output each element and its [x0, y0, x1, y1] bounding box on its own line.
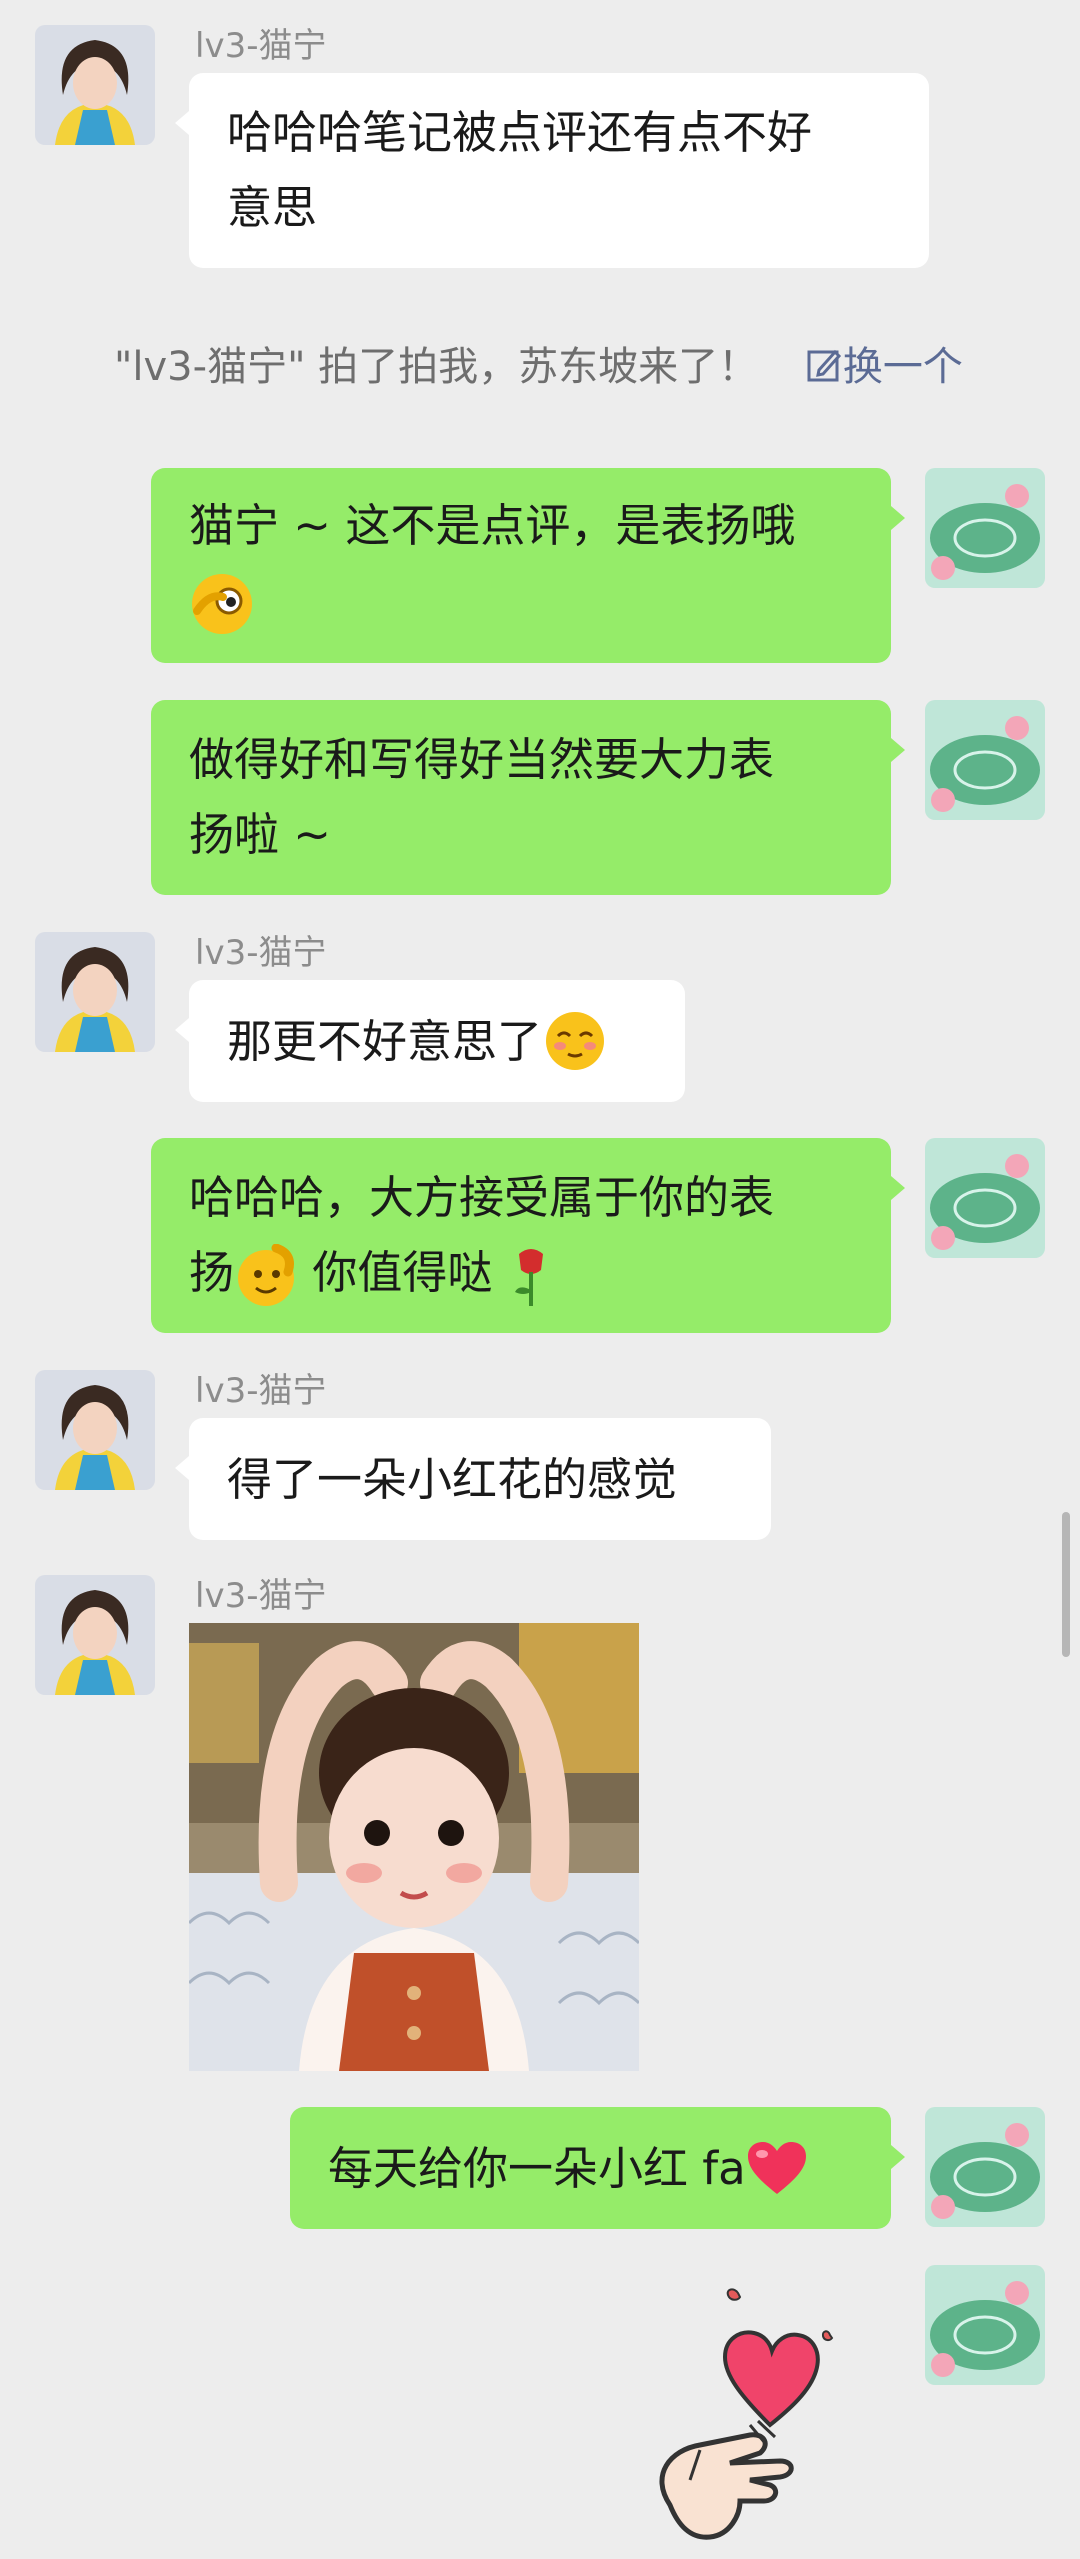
- contact-avatar[interactable]: [35, 25, 155, 145]
- message-text: 得了一朵小红花的感觉: [227, 1452, 678, 1506]
- sender-name: lv3-猫宁: [195, 1576, 327, 1616]
- message-text: 意思: [227, 181, 318, 234]
- shy-face-emoji-icon: [546, 1012, 605, 1070]
- message-text: 做得好和写得好当然要大力表: [189, 733, 775, 786]
- pat-notice-text: "lv3-猫宁" 拍了拍我，苏东坡来了！: [114, 344, 759, 390]
- message-text-line: 扬 你值得哒: [189, 1235, 853, 1310]
- message-text: 扬啦 ~: [189, 808, 332, 861]
- message-text: 哈哈哈，大方接受属于你的表: [189, 1171, 775, 1224]
- my-avatar[interactable]: [925, 2265, 1045, 2385]
- message-bubble-incoming[interactable]: 那更不好意思了: [175, 980, 685, 1102]
- message-bubble-outgoing[interactable]: 猫宁 ~ 这不是点评，是表扬哦: [151, 468, 905, 663]
- message-text: 那更不好意思了: [227, 1014, 543, 1068]
- message-bubble-outgoing[interactable]: 做得好和写得好当然要大力表 扬啦 ~: [151, 700, 905, 895]
- sender-name: lv3-猫宁: [195, 26, 327, 66]
- message-text: 每天给你一朵小红 fa: [328, 2141, 746, 2195]
- message-bubble-outgoing[interactable]: 哈哈哈，大方接受属于你的表 扬 你值得哒: [151, 1138, 905, 1333]
- my-avatar[interactable]: [925, 700, 1045, 820]
- salute-face-emoji-icon: [238, 1244, 295, 1306]
- message-bubble-incoming[interactable]: 得了一朵小红花的感觉: [175, 1418, 771, 1540]
- message-text: 猫宁 ~ 这不是点评，是表扬哦: [189, 499, 796, 552]
- message-text: 哈哈哈笔记被点评还有点不好: [227, 106, 813, 159]
- my-avatar[interactable]: [925, 2107, 1045, 2227]
- contact-avatar[interactable]: [35, 1370, 155, 1490]
- heart-emoji-icon: [747, 2142, 806, 2194]
- edit-icon: [807, 349, 841, 382]
- message-bubble-incoming[interactable]: 哈哈哈笔记被点评还有点不好 意思: [175, 73, 929, 268]
- contact-avatar[interactable]: [35, 932, 155, 1052]
- change-pat-label: 换一个: [842, 344, 963, 390]
- pat-system-notice: "lv3-猫宁" 拍了拍我，苏东坡来了！ 换一个: [114, 342, 963, 392]
- image-message-toddler[interactable]: [187, 1623, 641, 2071]
- contact-avatar[interactable]: [35, 1575, 155, 1695]
- my-avatar[interactable]: [925, 1138, 1045, 1258]
- ok-hand-emoji-icon: [192, 574, 252, 634]
- my-avatar[interactable]: [925, 468, 1045, 588]
- change-pat-link[interactable]: 换一个: [805, 344, 963, 390]
- sender-name: lv3-猫宁: [195, 1371, 327, 1411]
- chat-scrollbar[interactable]: [1062, 1512, 1070, 1657]
- finger-heart-sticker[interactable]: [630, 2275, 890, 2555]
- message-text: 你值得哒: [298, 1246, 493, 1299]
- message-bubble-outgoing[interactable]: 每天给你一朵小红 fa: [290, 2107, 905, 2229]
- rose-emoji-icon: [514, 1249, 543, 1306]
- message-text: 扬: [189, 1246, 235, 1299]
- sender-name: lv3-猫宁: [195, 933, 327, 973]
